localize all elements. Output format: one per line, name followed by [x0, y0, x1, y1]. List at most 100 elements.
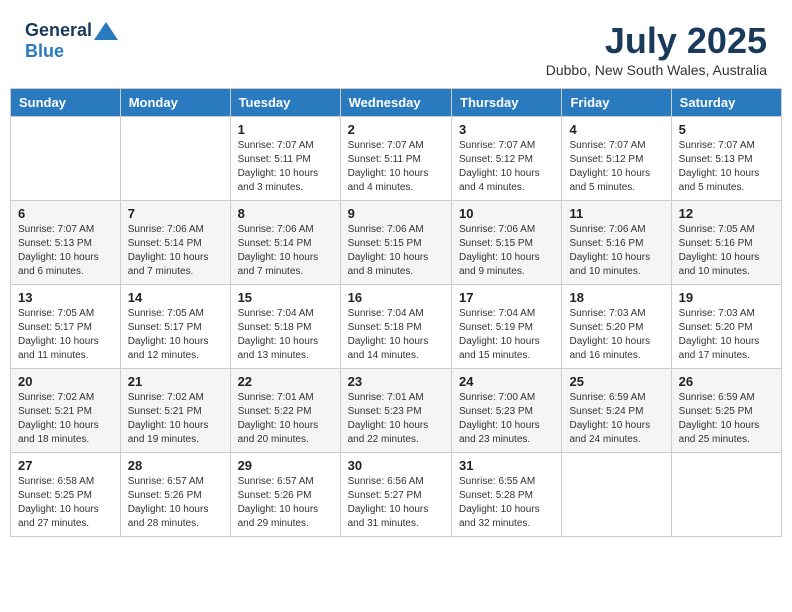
calendar-week-row: 20 Sunrise: 7:02 AM Sunset: 5:21 PM Dayli… [11, 369, 782, 453]
day-info: Sunrise: 7:06 AM Sunset: 5:15 PM Dayligh… [459, 223, 554, 279]
day-info: Sunrise: 6:56 AM Sunset: 5:27 PM Dayligh… [348, 475, 444, 531]
calendar-cell: 2 Sunrise: 7:07 AM Sunset: 5:11 PM Daylig… [340, 117, 451, 201]
day-number: 6 [18, 206, 113, 221]
calendar-cell: 24 Sunrise: 7:00 AM Sunset: 5:23 PM Dayli… [452, 369, 562, 453]
day-number: 22 [238, 374, 333, 389]
day-number: 11 [569, 206, 663, 221]
day-info: Sunrise: 7:06 AM Sunset: 5:15 PM Dayligh… [348, 223, 444, 279]
day-info: Sunrise: 7:00 AM Sunset: 5:23 PM Dayligh… [459, 391, 554, 447]
day-number: 25 [569, 374, 663, 389]
calendar-cell: 23 Sunrise: 7:01 AM Sunset: 5:23 PM Dayli… [340, 369, 451, 453]
day-number: 29 [238, 458, 333, 473]
header-monday: Monday [120, 89, 230, 117]
calendar-cell: 21 Sunrise: 7:02 AM Sunset: 5:21 PM Dayli… [120, 369, 230, 453]
day-number: 1 [238, 122, 333, 137]
day-info: Sunrise: 7:05 AM Sunset: 5:17 PM Dayligh… [18, 307, 113, 363]
calendar-cell: 4Sunrise: 7:07 AM Sunset: 5:12 PM Daylig… [562, 117, 671, 201]
day-number: 17 [459, 290, 554, 305]
calendar-cell: 16 Sunrise: 7:04 AM Sunset: 5:18 PM Dayli… [340, 285, 451, 369]
day-number: 23 [348, 374, 444, 389]
calendar-week-row: 6 Sunrise: 7:07 AM Sunset: 5:13 PM Daylig… [11, 201, 782, 285]
day-info: Sunrise: 7:04 AM Sunset: 5:19 PM Dayligh… [459, 307, 554, 363]
day-info: Sunrise: 7:03 AM Sunset: 5:20 PM Dayligh… [569, 307, 663, 363]
calendar-cell [671, 453, 781, 537]
calendar-cell: 10 Sunrise: 7:06 AM Sunset: 5:15 PM Dayli… [452, 201, 562, 285]
day-info: Sunrise: 7:04 AM Sunset: 5:18 PM Dayligh… [348, 307, 444, 363]
day-info: Sunrise: 7:05 AM Sunset: 5:16 PM Dayligh… [679, 223, 774, 279]
day-number: 3 [459, 122, 554, 137]
day-number: 13 [18, 290, 113, 305]
calendar-week-row: 1 Sunrise: 7:07 AM Sunset: 5:11 PM Daylig… [11, 117, 782, 201]
day-number: 18 [569, 290, 663, 305]
calendar-cell: 28Sunrise: 6:57 AM Sunset: 5:26 PM Dayli… [120, 453, 230, 537]
calendar-cell: 18 Sunrise: 7:03 AM Sunset: 5:20 PM Dayli… [562, 285, 671, 369]
month-title: July 2025 [546, 20, 767, 62]
logo: General Blue [25, 20, 118, 62]
day-number: 15 [238, 290, 333, 305]
day-info: Sunrise: 6:58 AM Sunset: 5:25 PM Dayligh… [18, 475, 113, 531]
day-info: Sunrise: 7:01 AM Sunset: 5:23 PM Dayligh… [348, 391, 444, 447]
day-info: Sunrise: 7:07 AM Sunset: 5:11 PM Dayligh… [348, 139, 444, 195]
day-info: Sunrise: 6:55 AM Sunset: 5:28 PM Dayligh… [459, 475, 554, 531]
day-info: Sunrise: 7:07 AM Sunset: 5:13 PM Dayligh… [18, 223, 113, 279]
day-number: 28 [128, 458, 223, 473]
logo-general-text: General [25, 20, 92, 41]
day-info: Sunrise: 6:57 AM Sunset: 5:26 PM Dayligh… [238, 475, 333, 531]
calendar-header-row: Sunday Monday Tuesday Wednesday Thursday… [11, 89, 782, 117]
header: General Blue July 2025 Dubbo, New South … [10, 10, 782, 83]
calendar-cell [120, 117, 230, 201]
calendar-cell: 22 Sunrise: 7:01 AM Sunset: 5:22 PM Dayli… [230, 369, 340, 453]
calendar-cell: 13 Sunrise: 7:05 AM Sunset: 5:17 PM Dayli… [11, 285, 121, 369]
day-info: Sunrise: 6:59 AM Sunset: 5:24 PM Dayligh… [569, 391, 663, 447]
day-number: 20 [18, 374, 113, 389]
calendar-cell: 6 Sunrise: 7:07 AM Sunset: 5:13 PM Daylig… [11, 201, 121, 285]
day-number: 8 [238, 206, 333, 221]
calendar-cell: 9Sunrise: 7:06 AM Sunset: 5:15 PM Daylig… [340, 201, 451, 285]
calendar-cell: 19Sunrise: 7:03 AM Sunset: 5:20 PM Dayli… [671, 285, 781, 369]
calendar-cell: 1 Sunrise: 7:07 AM Sunset: 5:11 PM Daylig… [230, 117, 340, 201]
day-number: 5 [679, 122, 774, 137]
calendar-week-row: 27 Sunrise: 6:58 AM Sunset: 5:25 PM Dayli… [11, 453, 782, 537]
day-number: 21 [128, 374, 223, 389]
day-info: Sunrise: 7:06 AM Sunset: 5:16 PM Dayligh… [569, 223, 663, 279]
day-info: Sunrise: 7:01 AM Sunset: 5:22 PM Dayligh… [238, 391, 333, 447]
day-number: 4 [569, 122, 663, 137]
calendar-week-row: 13 Sunrise: 7:05 AM Sunset: 5:17 PM Dayli… [11, 285, 782, 369]
logo-blue-text: Blue [25, 41, 64, 61]
logo-icon [94, 22, 118, 40]
day-info: Sunrise: 7:06 AM Sunset: 5:14 PM Dayligh… [128, 223, 223, 279]
calendar-cell: 31 Sunrise: 6:55 AM Sunset: 5:28 PM Dayli… [452, 453, 562, 537]
calendar-cell: 15 Sunrise: 7:04 AM Sunset: 5:18 PM Dayli… [230, 285, 340, 369]
header-friday: Friday [562, 89, 671, 117]
day-number: 14 [128, 290, 223, 305]
calendar-cell: 7Sunrise: 7:06 AM Sunset: 5:14 PM Daylig… [120, 201, 230, 285]
calendar-cell [11, 117, 121, 201]
calendar-cell: 29 Sunrise: 6:57 AM Sunset: 5:26 PM Dayli… [230, 453, 340, 537]
calendar-table: Sunday Monday Tuesday Wednesday Thursday… [10, 88, 782, 537]
header-thursday: Thursday [452, 89, 562, 117]
location-title: Dubbo, New South Wales, Australia [546, 62, 767, 78]
day-info: Sunrise: 7:07 AM Sunset: 5:11 PM Dayligh… [238, 139, 333, 195]
calendar-cell [562, 453, 671, 537]
day-number: 27 [18, 458, 113, 473]
calendar-cell: 14 Sunrise: 7:05 AM Sunset: 5:17 PM Dayli… [120, 285, 230, 369]
day-number: 2 [348, 122, 444, 137]
day-info: Sunrise: 7:02 AM Sunset: 5:21 PM Dayligh… [128, 391, 223, 447]
day-number: 16 [348, 290, 444, 305]
day-info: Sunrise: 7:02 AM Sunset: 5:21 PM Dayligh… [18, 391, 113, 447]
day-info: Sunrise: 7:03 AM Sunset: 5:20 PM Dayligh… [679, 307, 774, 363]
day-number: 10 [459, 206, 554, 221]
header-sunday: Sunday [11, 89, 121, 117]
calendar-cell: 25 Sunrise: 6:59 AM Sunset: 5:24 PM Dayli… [562, 369, 671, 453]
day-number: 31 [459, 458, 554, 473]
calendar-cell: 26Sunrise: 6:59 AM Sunset: 5:25 PM Dayli… [671, 369, 781, 453]
calendar-cell: 3Sunrise: 7:07 AM Sunset: 5:12 PM Daylig… [452, 117, 562, 201]
day-info: Sunrise: 7:07 AM Sunset: 5:13 PM Dayligh… [679, 139, 774, 195]
day-info: Sunrise: 7:04 AM Sunset: 5:18 PM Dayligh… [238, 307, 333, 363]
day-info: Sunrise: 7:05 AM Sunset: 5:17 PM Dayligh… [128, 307, 223, 363]
day-info: Sunrise: 7:06 AM Sunset: 5:14 PM Dayligh… [238, 223, 333, 279]
day-info: Sunrise: 6:59 AM Sunset: 5:25 PM Dayligh… [679, 391, 774, 447]
calendar-cell: 17 Sunrise: 7:04 AM Sunset: 5:19 PM Dayli… [452, 285, 562, 369]
title-area: July 2025 Dubbo, New South Wales, Austra… [546, 20, 767, 78]
day-number: 24 [459, 374, 554, 389]
